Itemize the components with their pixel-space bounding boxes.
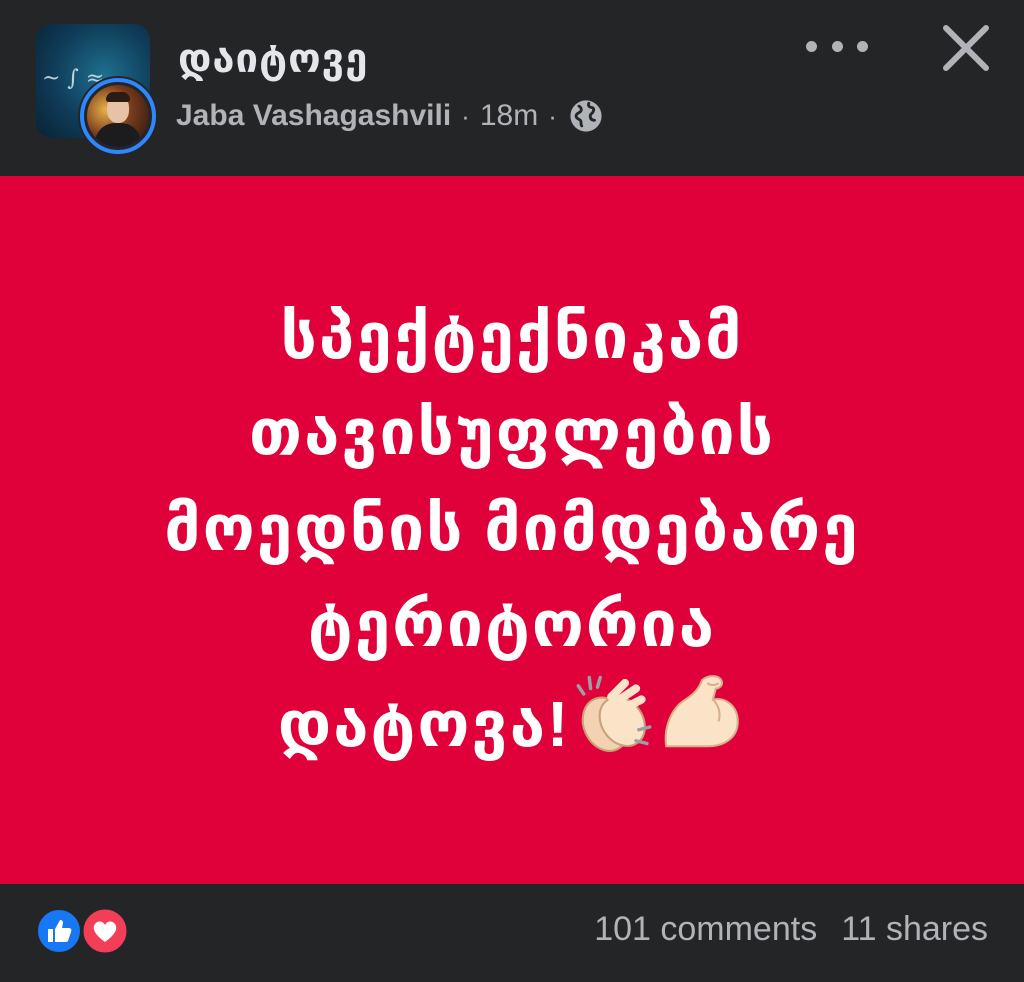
close-icon[interactable] <box>938 20 994 76</box>
post-time[interactable]: 18m <box>480 99 538 133</box>
shares-count[interactable]: 11 shares <box>841 910 988 949</box>
meta-separator-2: · <box>548 100 557 131</box>
post-body[interactable]: სპექტექნიკამ თავისუფლების მოედნის მიმდებ… <box>0 176 1024 884</box>
post-meta: Jaba Vashagashvili · 18m · <box>176 96 603 136</box>
love-icon[interactable] <box>80 906 130 956</box>
comments-count[interactable]: 101 comments <box>594 910 817 949</box>
globe-icon[interactable] <box>569 99 603 133</box>
post-text: სპექტექნიკამ თავისუფლების მოედნის მიმდებ… <box>42 288 982 772</box>
flexed-biceps-emoji <box>665 675 740 748</box>
author-avatar[interactable] <box>78 76 158 156</box>
group-name[interactable]: დაიტოვე <box>178 36 368 82</box>
post-line: სპექტექნიკამ <box>280 300 744 372</box>
post-last-line: დატოვა! <box>42 672 982 772</box>
post-line: ტერიტორია <box>307 588 717 660</box>
post-line: მოედნის მიმდებარე <box>164 492 860 564</box>
post-line: დატოვა! <box>277 688 571 760</box>
post-stats: 101 comments 11 shares <box>594 910 988 949</box>
post-header: ~ ∫ ≈ დაიტოვე Jaba Vashagashvili · 18m · <box>0 0 1024 176</box>
author-name[interactable]: Jaba Vashagashvili <box>176 99 451 133</box>
like-icon[interactable] <box>36 908 82 954</box>
more-options-icon[interactable] <box>806 34 868 58</box>
clapping-hands-emoji <box>576 675 652 752</box>
post-line: თავისუფლების <box>248 396 776 468</box>
meta-separator: · <box>461 100 470 131</box>
